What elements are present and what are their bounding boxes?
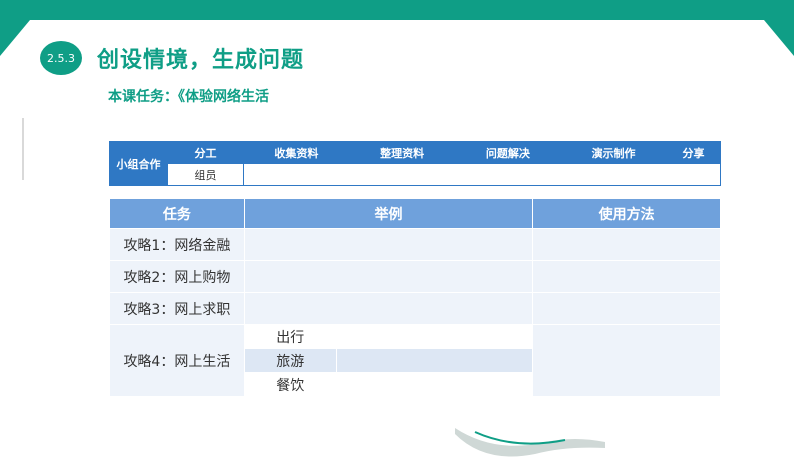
task-label: 攻略1：网络金融 (109, 228, 245, 261)
task-label: 攻略3：网上求职 (109, 292, 245, 325)
method-header: 使用方法 (532, 198, 721, 229)
subitem-label: 餐饮 (243, 372, 337, 397)
task-table: 任务 举例 使用方法 攻略1：网络金融 攻略2：网上购物 攻略3：网上求职 攻略… (109, 198, 721, 397)
group-work-table: 小组合作 分工 收集资料 整理资料 问题解决 演示制作 分享 组员 (109, 141, 722, 186)
subitem-label: 出行 (243, 324, 337, 349)
section-badge: 2.5.3 (40, 41, 82, 75)
task-label: 攻略4：网上生活 (109, 324, 245, 397)
group-header-cell: 收集资料 (243, 141, 350, 164)
group-header-cell: 分享 (665, 141, 722, 164)
table-row: 攻略2：网上购物 (109, 260, 721, 293)
table-row: 攻略3：网上求职 (109, 292, 721, 325)
table-row: 攻略4：网上生活 出行 (109, 324, 721, 397)
top-banner (0, 0, 794, 20)
example-cell[interactable] (243, 292, 534, 325)
corner-decoration-right (764, 20, 794, 56)
page-subtitle: 本课任务：《体验网络生活 (108, 89, 269, 105)
corner-decoration-left (0, 20, 30, 56)
example-cell[interactable] (335, 372, 534, 397)
group-header-cell: 问题解决 (454, 141, 562, 164)
group-header-cell: 整理资料 (348, 141, 456, 164)
method-cell[interactable] (532, 324, 721, 397)
task-label: 攻略2：网上购物 (109, 260, 245, 293)
method-cell[interactable] (532, 292, 721, 325)
divider (22, 118, 24, 180)
member-input-cell[interactable] (243, 163, 721, 186)
group-label: 小组合作 (109, 141, 168, 186)
method-cell[interactable] (532, 228, 721, 261)
task-header: 任务 (109, 198, 245, 229)
method-cell[interactable] (532, 260, 721, 293)
subitem-label: 旅游 (243, 348, 337, 373)
group-header-cell: 演示制作 (560, 141, 667, 164)
page-title: 创设情境，生成问题 (97, 48, 305, 73)
example-cell[interactable] (335, 348, 534, 373)
decorative-swoosh (455, 428, 605, 457)
example-cell[interactable] (243, 260, 534, 293)
example-cell[interactable] (335, 324, 534, 349)
example-header: 举例 (243, 198, 534, 229)
table-row: 攻略1：网络金融 (109, 228, 721, 261)
group-header-cell: 分工 (167, 141, 244, 164)
example-cell[interactable] (243, 228, 534, 261)
member-label: 组员 (167, 163, 244, 186)
